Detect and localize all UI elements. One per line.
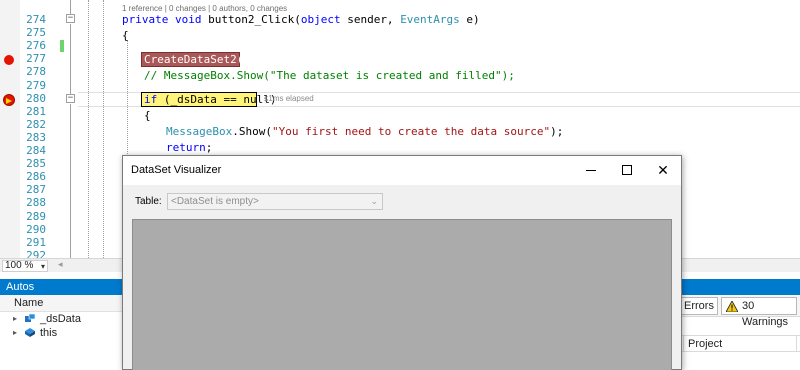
dialog-titlebar[interactable]: DataSet Visualizer ✕ <box>123 156 681 185</box>
data-grid[interactable] <box>132 219 672 370</box>
saved-change-marker <box>60 40 64 52</box>
maximize-icon <box>622 165 632 175</box>
indent-guide <box>88 0 89 258</box>
outline-line <box>70 0 71 14</box>
maximize-button[interactable] <box>609 156 645 185</box>
code-line-275[interactable]: { <box>122 28 129 44</box>
line-number: 292 <box>26 248 46 258</box>
column-separator <box>683 336 684 352</box>
warnings-filter-button[interactable]: 30 Warnings <box>721 297 797 328</box>
chevron-down-icon: ⌄ <box>370 196 378 206</box>
perf-tip[interactable]: ≤1ms elapsed <box>264 93 314 105</box>
collapse-method-icon[interactable]: − <box>66 14 75 23</box>
dataset-object-icon <box>25 314 35 322</box>
code-line-282[interactable]: MessageBox.Show("You first need to creat… <box>166 124 563 140</box>
indicator-margin[interactable] <box>0 0 20 258</box>
object-icon <box>25 328 35 337</box>
warnings-label: 30 Warnings <box>742 300 789 328</box>
outline-line <box>70 104 71 258</box>
code-line-281[interactable]: { <box>144 108 151 124</box>
zoom-level: 100 % <box>5 260 34 271</box>
code-line-274[interactable]: private void button2_Click(object sender… <box>122 12 480 28</box>
scroll-left-icon[interactable]: ◂ <box>58 259 63 270</box>
column-header-project[interactable]: Project <box>688 336 722 352</box>
outline-line <box>70 24 71 94</box>
expand-icon[interactable]: ▸ <box>13 326 17 340</box>
code-line-280[interactable]: if (_dsData == null) <box>144 92 276 108</box>
table-select[interactable]: <DataSet is empty> ⌄ <box>167 193 383 210</box>
autos-row-name: _dsData <box>40 313 81 325</box>
zoom-dropdown[interactable]: 100 % ▾ <box>2 260 48 272</box>
errors-filter-button[interactable]: Errors <box>680 297 718 315</box>
error-list-header: Project <box>678 335 800 352</box>
close-button[interactable]: ✕ <box>645 156 681 185</box>
column-separator <box>796 336 797 352</box>
minimize-icon <box>586 170 596 171</box>
error-list-toolbar: Errors 30 Warnings <box>678 295 800 328</box>
table-select-value: <DataSet is empty> <box>171 196 259 207</box>
autos-row-name: this <box>40 327 58 339</box>
indent-guide <box>103 0 104 258</box>
dialog-title: DataSet Visualizer <box>131 164 222 176</box>
dataset-visualizer-dialog: DataSet Visualizer ✕ Table: <DataSet is … <box>122 155 682 370</box>
breakpoint-icon[interactable] <box>4 55 14 65</box>
code-line-283[interactable]: return; <box>166 140 212 156</box>
table-label: Table: <box>135 196 162 207</box>
close-icon: ✕ <box>657 162 669 178</box>
chevron-down-icon: ▾ <box>41 262 46 271</box>
collapse-if-icon[interactable]: − <box>66 94 75 103</box>
code-line-278[interactable]: // MessageBox.Show("The dataset is creat… <box>144 68 515 84</box>
expand-icon[interactable]: ▸ <box>13 312 17 326</box>
warning-icon <box>726 301 738 312</box>
minimize-button[interactable] <box>573 156 609 185</box>
code-line-277[interactable]: CreateDataSet2(); <box>144 52 257 68</box>
current-statement-arrow-icon[interactable] <box>3 94 15 106</box>
